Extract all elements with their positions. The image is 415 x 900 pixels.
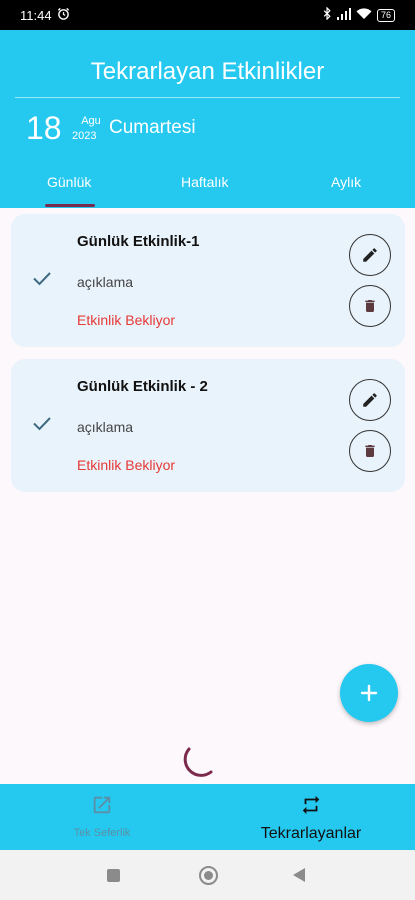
pencil-icon (363, 393, 377, 407)
tab-indicator (45, 204, 95, 207)
plus-icon (360, 684, 378, 702)
repeat-icon (300, 794, 322, 821)
tab-aylik[interactable]: Aylık (331, 174, 361, 190)
date-year: 2023 (72, 130, 97, 142)
home-icon[interactable] (199, 866, 218, 885)
event-name: Günlük Etkinlik - 2 (77, 378, 208, 395)
event-description: açıklama (77, 274, 134, 290)
bluetooth-icon (323, 6, 332, 23)
pencil-icon (363, 248, 377, 262)
nav-tekrarlayanlar[interactable]: Tekrarlayanlar (246, 784, 376, 850)
trash-icon (365, 300, 375, 312)
page-title: Tekrarlayan Etkinlikler (90, 58, 325, 85)
nav-tek-seferlik[interactable]: Tek Seferlik (52, 784, 152, 850)
open-in-new-icon (91, 794, 113, 821)
tab-haftalik[interactable]: Haftalık (181, 174, 228, 190)
event-card[interactable]: Günlük Etkinlik - 2 açıklama Etkinlik Be… (11, 359, 405, 492)
tab-gunluk[interactable]: Günlük (47, 174, 91, 190)
delete-button[interactable] (349, 430, 391, 472)
back-icon[interactable] (293, 868, 305, 882)
edit-button[interactable] (349, 379, 391, 421)
add-event-button[interactable] (340, 664, 398, 722)
event-status: Etkinlik Bekliyor (77, 457, 176, 473)
check-icon (32, 414, 52, 437)
date-month: Agu (81, 115, 101, 127)
event-name: Günlük Etkinlik-1 (77, 233, 200, 250)
check-icon (32, 269, 52, 292)
battery-icon: 76 (376, 8, 395, 22)
recents-icon[interactable] (107, 869, 120, 882)
nav-label: Tekrarlayanlar (260, 825, 362, 842)
battery-level: 76 (380, 9, 391, 20)
signal-icon (336, 7, 351, 23)
status-bar: 11:44 76 (0, 0, 415, 30)
tab-bar: Günlük Haftalık Aylık (0, 170, 415, 208)
event-description: açıklama (77, 419, 134, 435)
bottom-navigation: Tek Seferlik Tekrarlayanlar (0, 784, 415, 850)
event-status: Etkinlik Bekliyor (77, 312, 176, 328)
alarm-icon (57, 7, 70, 23)
date-day: 18 (26, 110, 62, 146)
trash-icon (365, 445, 375, 457)
delete-button[interactable] (349, 285, 391, 327)
wifi-icon (356, 7, 372, 23)
edit-button[interactable] (349, 234, 391, 276)
app-header: Tekrarlayan Etkinlikler 18 Agu 2023 Cuma… (0, 30, 415, 208)
nav-label: Tek Seferlik (73, 827, 131, 839)
status-time: 11:44 (20, 7, 52, 23)
header-divider (15, 97, 400, 98)
event-card[interactable]: Günlük Etkinlik-1 açıklama Etkinlik Bekl… (11, 214, 405, 347)
loading-spinner (183, 745, 217, 784)
system-navigation-bar (0, 850, 415, 900)
date-weekday: Cumartesi (109, 117, 196, 138)
